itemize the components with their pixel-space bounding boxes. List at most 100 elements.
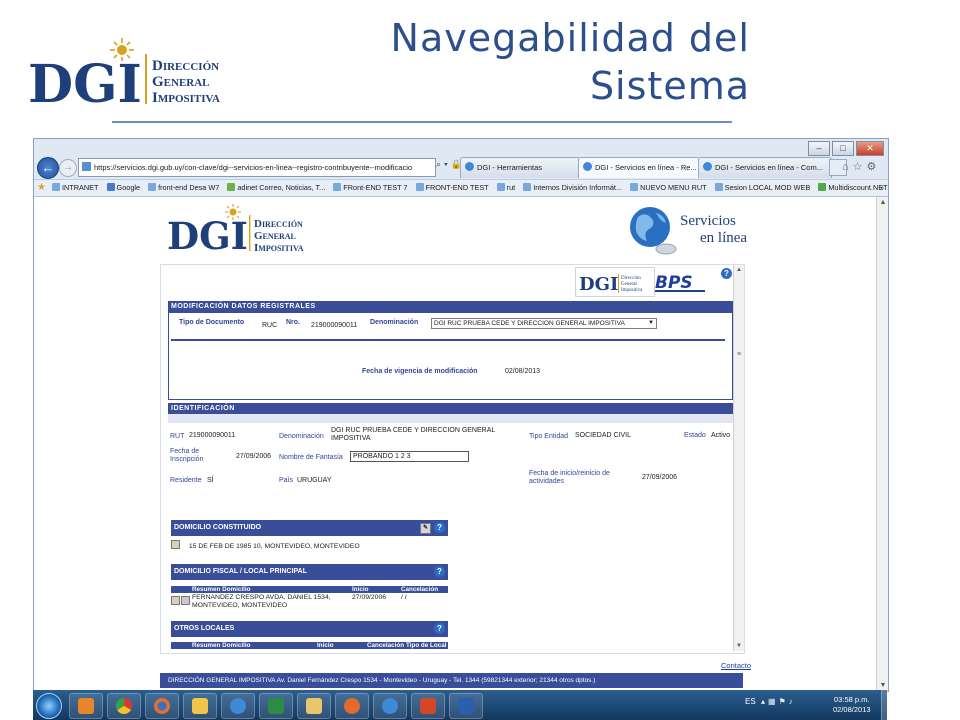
scroll-grip[interactable]: ≡ [735,351,743,358]
firefox-button[interactable] [145,693,179,719]
contacto-link[interactable]: Contacto [721,661,751,670]
edit-icon[interactable]: ✎ [420,523,431,534]
app-scrollbar[interactable]: ▲ ≡ ▼ [733,265,744,651]
powerpoint-button[interactable] [411,693,445,719]
favorite-item[interactable]: adinet Correo, Noticias, T... [227,180,325,196]
favorite-item[interactable]: Multidiscount.NET - Disc... [818,180,888,196]
ie-button[interactable] [221,693,255,719]
gear-icon[interactable]: ⚙ [867,161,881,173]
scroll-up-icon[interactable]: ▲ [878,197,888,208]
favorite-item[interactable]: FRONT-END TEST [415,180,489,196]
help-icon[interactable]: ? [434,566,445,577]
address-bar[interactable]: https://servicios.dgi.gub.uy/con-clave/d… [78,158,436,177]
minimize-button[interactable]: – [808,141,830,156]
excel-button[interactable] [259,693,293,719]
word-icon [458,698,474,714]
denominacion-select[interactable]: DGI RUC PRUEBA CEDE Y DIRECCION GENERAL … [431,318,657,329]
favorite-item[interactable]: FRont-END TEST 7 [333,180,408,196]
ie-icon [230,698,246,714]
denominacion-id-value: DGI RUC PRUEBA CEDE Y DIRECCION GENERAL … [331,427,496,442]
fecha-inscripcion-label: Fecha de Inscripción [170,448,204,463]
svg-text:Servicios: Servicios [680,213,736,229]
page-scrollbar[interactable]: ▲ ▼ [876,197,888,691]
clock-date: 02/08/2013 [833,705,871,714]
favorite-item[interactable]: front-end Desa W7 [148,180,219,196]
svg-text:Dirección: Dirección [254,218,303,230]
application-frame: DGI Dirección General Impositiva BPS ? M… [160,264,745,654]
ie-button[interactable] [373,693,407,719]
scroll-down-icon[interactable]: ▼ [734,641,744,651]
svg-text:DGI: DGI [167,214,248,255]
start-button[interactable] [36,693,62,719]
dgi-mini-logo: DGI Dirección General Impositiva [575,267,655,297]
help-icon[interactable]: ? [434,623,445,634]
show-desktop-button[interactable] [881,690,888,720]
tab-servicios-re[interactable]: DGI - Servicios en línea - Re...✕ [578,157,700,178]
residente-label: Residente [170,477,202,484]
address-url: https://servicios.dgi.gub.uy/con-clave/d… [94,163,413,172]
home-icon[interactable]: ⌂ [842,161,853,173]
folder-icon [306,698,322,714]
nro-value: 219000090011 [311,322,358,329]
favorite-item[interactable]: Google [106,180,140,196]
navigation-bar: ← → https://servicios.dgi.gub.uy/con-cla… [34,156,888,179]
logo-abbr: DGI [28,54,142,110]
edit-icon[interactable] [181,596,190,605]
domicilio-fiscal-table-header: Resumen Domicilio Inicio Cancelación [171,586,448,593]
slide-title-line1: Navegabilidad del [390,16,750,60]
flag-icon[interactable]: ⚑ [779,697,789,706]
domicilio-fiscal-header: DOMICILIO FISCAL / LOCAL PRINCIPAL ? [171,564,448,580]
scroll-up-icon[interactable]: ▲ [734,265,744,275]
servicios-en-linea-logo[interactable]: Servicios en línea [628,199,758,259]
fecha-inicio-label: Fecha de inicio/reinicio de actividades [529,470,610,485]
view-icon[interactable] [171,596,180,605]
media-player-button[interactable] [69,693,103,719]
favorites-icon[interactable]: ☆ [853,161,867,173]
more-favorites-chevron[interactable]: » [880,180,884,196]
clock-time: 03:58 p.m. [834,695,870,704]
network-icon[interactable]: ▦ [768,697,779,706]
svg-text:General: General [254,230,296,242]
domicilio-constituido-header: DOMICILIO CONSTITUIDO ✎ ? [171,520,448,536]
tab-herramientas[interactable]: DGI - Herramientas [460,157,580,178]
close-button[interactable]: ✕ [856,141,884,156]
maximize-button[interactable]: □ [832,141,854,156]
nombre-fantasia-input[interactable]: PROBANDO 1 2 3 [350,451,469,462]
residente-value: SÍ [207,477,214,484]
fecha-vigencia-label: Fecha de vigencia de modificación [362,368,478,375]
favorite-item[interactable]: Internos División Informát... [523,180,622,196]
dgi-site-logo[interactable]: DGI Dirección General Impositiva [167,203,327,255]
favorite-item[interactable]: INTRANET [52,180,99,196]
word-button[interactable] [449,693,483,719]
forward-button[interactable]: → [59,159,77,177]
explorer-button[interactable] [297,693,331,719]
ie-icon [583,162,592,171]
favorite-item[interactable]: Sesion LOCAL MOD WEB [714,180,810,196]
globe-icon [630,207,677,255]
address-icon[interactable] [171,540,180,549]
dropdown-icon[interactable]: ▾ [444,159,451,169]
nombre-fantasia-label: Nombre de Fantasía [279,454,343,461]
favorites-bar: ★ INTRANET Google front-end Desa W7 adin… [34,179,888,197]
back-button[interactable]: ← [37,157,59,179]
page-viewport: DGI Dirección General Impositiva Servici… [34,197,876,691]
ie-icon [465,162,474,171]
help-icon[interactable]: ? [721,268,732,279]
chevron-up-icon[interactable]: ▴ [761,697,768,706]
chrome-button[interactable] [107,693,141,719]
browser-window: – □ ✕ ← → https://servicios.dgi.gub.uy/con… [33,138,889,692]
volume-icon[interactable]: ♪ [789,697,796,706]
search-icon[interactable]: ⌕ [436,159,444,169]
tab-servicios-com[interactable]: DGI - Servicios en línea - Com... [698,157,832,178]
app-button[interactable] [183,693,217,719]
favorite-item[interactable]: rut [496,180,515,196]
app-button[interactable] [335,693,369,719]
favorite-item[interactable]: NUEVO MENU RUT [630,180,707,196]
tipo-documento-value: RUC [262,322,278,329]
taskbar-clock[interactable]: 03:58 p.m. 02/08/2013 [833,695,871,715]
language-indicator[interactable]: ES [745,697,756,706]
help-icon[interactable]: ? [434,522,445,533]
otros-locales-table-header: Resumen Domicilio Inicio Cancelación Tip… [171,642,448,649]
title-underline [112,121,732,123]
star-icon[interactable]: ★ [37,182,46,193]
